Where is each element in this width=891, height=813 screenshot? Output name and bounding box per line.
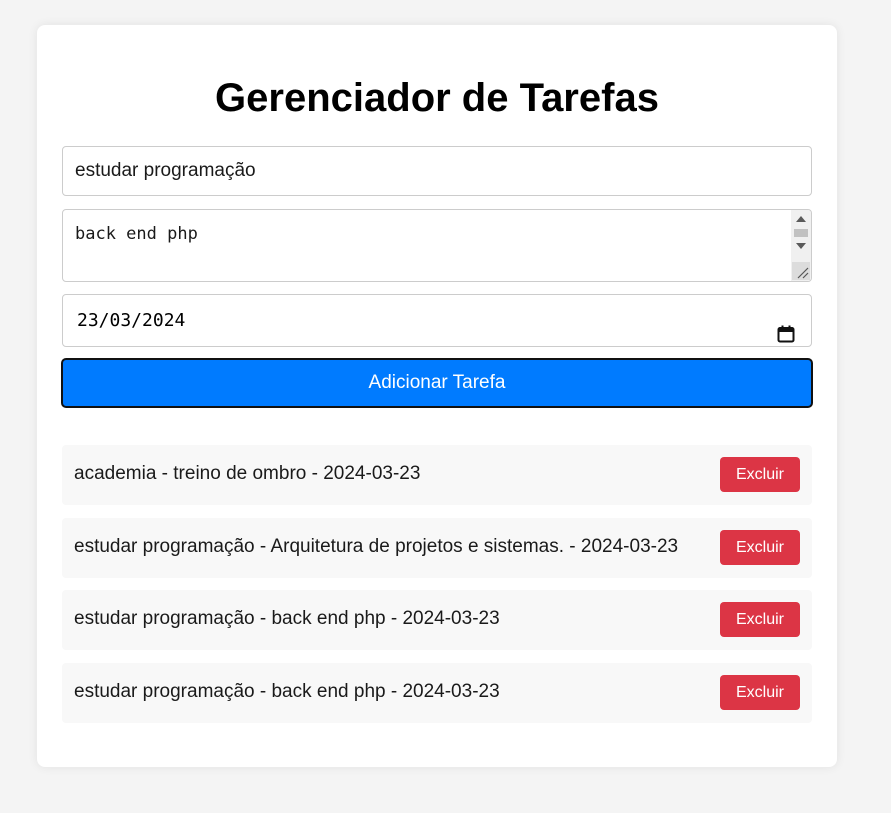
scroll-thumb[interactable] <box>794 229 808 237</box>
delete-task-button[interactable]: Excluir <box>720 529 800 565</box>
textarea-scrollbar[interactable] <box>791 210 811 281</box>
delete-task-button[interactable]: Excluir <box>720 674 800 710</box>
scroll-up-arrow-icon[interactable] <box>796 216 806 222</box>
resize-grip-icon[interactable] <box>792 262 810 280</box>
add-task-button[interactable]: Adicionar Tarefa <box>61 358 813 408</box>
task-title-input[interactable]: estudar programação <box>62 146 812 196</box>
task-title-value: estudar programação <box>75 160 256 181</box>
task-item: academia - treino de ombro - 2024-03-23 … <box>62 445 812 505</box>
task-item: estudar programação - Arquitetura de pro… <box>62 517 812 578</box>
task-description-value: back end php <box>75 224 198 244</box>
task-item: estudar programação - back end php - 202… <box>62 662 812 723</box>
task-date-input[interactable]: 23/03/2024 <box>62 294 812 347</box>
task-manager-card: Gerenciador de Tarefas estudar programaç… <box>37 25 837 767</box>
task-description-textarea[interactable]: back end php <box>62 209 812 282</box>
task-text: estudar programação - Arquitetura de pro… <box>74 535 679 557</box>
task-date-value: 23/03/2024 <box>77 310 186 331</box>
task-text: academia - treino de ombro - 2024-03-23 <box>74 463 421 484</box>
scroll-down-arrow-icon[interactable] <box>796 243 806 249</box>
task-item: estudar programação - back end php - 202… <box>62 590 812 650</box>
task-text: estudar programação - back end php - 202… <box>74 608 500 629</box>
task-text: estudar programação - back end php - 202… <box>74 680 500 702</box>
calendar-icon[interactable] <box>777 312 795 343</box>
page-title: Gerenciador de Tarefas <box>215 76 659 120</box>
delete-task-button[interactable]: Excluir <box>720 457 800 492</box>
task-list: academia - treino de ombro - 2024-03-23 … <box>62 445 812 735</box>
delete-task-button[interactable]: Excluir <box>720 602 800 637</box>
